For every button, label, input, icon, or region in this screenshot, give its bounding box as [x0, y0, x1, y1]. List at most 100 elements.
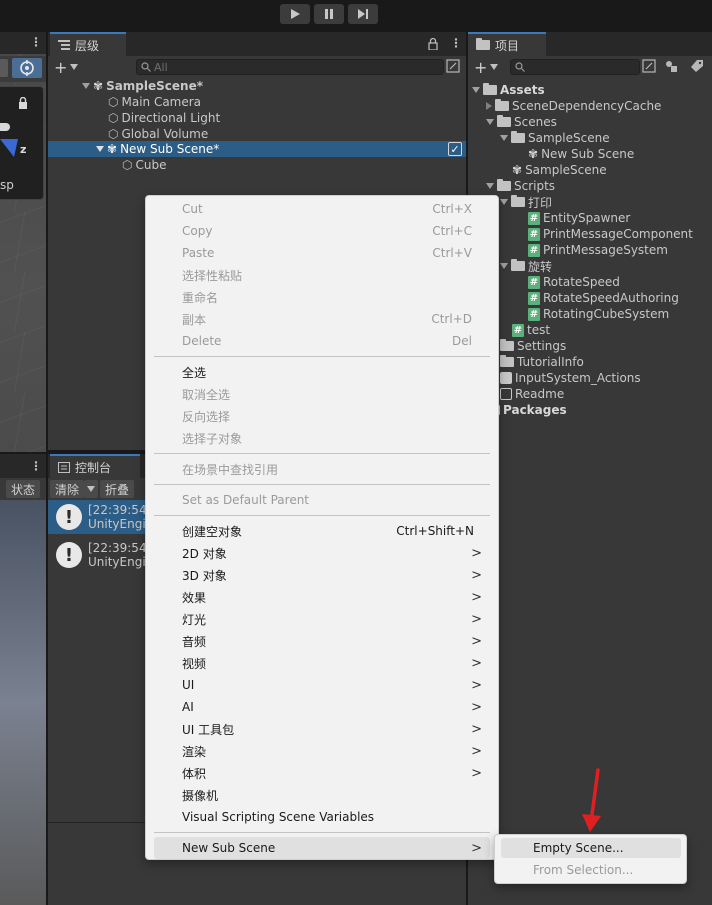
menu-item-duplicate[interactable]: 副本 Ctrl+D [154, 308, 490, 330]
play-button[interactable] [280, 4, 310, 24]
hierarchy-row-global-volume[interactable]: ⬡ Global Volume [108, 126, 208, 142]
stats-button[interactable]: 状态 [6, 480, 40, 498]
project-row-rotate-folder[interactable]: 旋转 [500, 258, 552, 274]
game-view[interactable] [0, 454, 46, 905]
project-row-rotatespeedauthoring[interactable]: # RotateSpeedAuthoring [528, 290, 679, 306]
folder-icon [511, 259, 525, 271]
project-row-label: SampleScene [528, 131, 610, 145]
scene-gizmo-overlay[interactable]: z sp [0, 86, 44, 200]
menu-item-3d-object[interactable]: 3D 对象 > [154, 564, 490, 586]
menu-item-visual-scripting-scene-variables[interactable]: Visual Scripting Scene Variables [154, 806, 490, 828]
menu-item-label: 视频 [182, 656, 207, 671]
hierarchy-row-label: Main Camera [121, 95, 202, 109]
menu-item-empty-scene[interactable]: Empty Scene... [501, 838, 681, 858]
unity-scene-icon: ✾ [512, 163, 523, 177]
menu-item-cut[interactable]: Cut Ctrl+X [154, 198, 490, 220]
project-row-new-sub-scene[interactable]: ✾ New Sub Scene [528, 146, 634, 162]
project-row-inputsystem-actions[interactable]: InputSystem_Actions [500, 370, 641, 386]
hierarchy-row-new-sub-scene[interactable]: ✾ New Sub Scene* [96, 141, 219, 157]
subscene-enabled-checkbox[interactable]: ✓ [448, 142, 462, 156]
clear-options-dropdown[interactable] [84, 480, 98, 498]
menu-item-new-sub-scene[interactable]: New Sub Scene > [154, 837, 490, 859]
menu-item-from-selection[interactable]: From Selection... [501, 860, 681, 880]
scene-menu-icon[interactable]: ⋮ [30, 35, 42, 49]
project-row-assets[interactable]: Assets [472, 82, 545, 98]
project-row-label: 旋转 [528, 259, 553, 274]
project-row-label: 打印 [528, 195, 553, 210]
hierarchy-menu-icon[interactable]: ⋮ [450, 36, 462, 50]
scene-visibility-icon[interactable] [446, 59, 460, 73]
label-tag-icon[interactable] [690, 59, 704, 73]
menu-item-effects[interactable]: 效果 > [154, 586, 490, 608]
tab-hierarchy[interactable]: 层级 [50, 32, 126, 56]
menu-item-shortcut: Del [452, 334, 472, 348]
pause-button[interactable] [314, 4, 344, 24]
project-row-printmessagecomponent[interactable]: # PrintMessageComponent [528, 226, 693, 242]
menu-item-2d-object[interactable]: 2D 对象 > [154, 542, 490, 564]
hierarchy-create-button[interactable]: + [54, 58, 80, 77]
projection-label[interactable]: sp [0, 178, 14, 192]
collapse-label: 折叠 [104, 482, 129, 497]
project-row-label: Assets [500, 83, 545, 97]
hierarchy-row-main-camera[interactable]: ⬡ Main Camera [108, 94, 201, 110]
project-row-test[interactable]: # test [512, 322, 550, 338]
project-row-samplescene-asset[interactable]: ✾ SampleScene [512, 162, 607, 178]
hierarchy-lock-icon[interactable] [428, 38, 438, 50]
menu-item-delete[interactable]: Delete Del [154, 330, 490, 352]
project-row-entityspawner[interactable]: # EntitySpawner [528, 210, 630, 226]
menu-item-paste[interactable]: Paste Ctrl+V [154, 242, 490, 264]
gizmo-axis-x[interactable] [0, 123, 10, 131]
chevron-right-icon: > [471, 633, 482, 649]
hierarchy-row-cube[interactable]: ⬡ Cube [122, 157, 166, 173]
project-create-button[interactable]: + [474, 58, 500, 77]
expand-arrow-icon [96, 146, 104, 152]
game-menu-icon[interactable]: ⋮ [30, 459, 42, 473]
hierarchy-row-samplescene[interactable]: ✾ SampleScene* [82, 78, 203, 94]
menu-item-ui-toolkit[interactable]: UI 工具包 > [154, 718, 490, 740]
tab-project[interactable]: 项目 [468, 32, 546, 56]
scene-tool-button[interactable] [0, 59, 8, 77]
menu-item-ui[interactable]: UI > [154, 674, 490, 696]
project-row-scripts[interactable]: Scripts [486, 178, 555, 194]
menu-item-video[interactable]: 视频 > [154, 652, 490, 674]
menu-item-find-references[interactable]: 在场景中查找引用 [154, 458, 490, 480]
menu-item-select-children[interactable]: 选择子对象 [154, 427, 490, 449]
menu-item-deselect-all[interactable]: 取消全选 [154, 383, 490, 405]
gizmo-toggle-button[interactable] [12, 58, 42, 78]
menu-item-light[interactable]: 灯光 > [154, 608, 490, 630]
filter-icon[interactable] [664, 59, 678, 73]
search-icon [141, 62, 151, 72]
project-row-print-folder[interactable]: 打印 [500, 194, 552, 210]
project-search-input[interactable] [510, 59, 640, 75]
menu-item-copy[interactable]: Copy Ctrl+C [154, 220, 490, 242]
search-by-type-icon[interactable] [642, 59, 656, 73]
project-row-tutorialinfo[interactable]: TutorialInfo [500, 354, 584, 370]
menu-item-rendering[interactable]: 渲染 > [154, 740, 490, 762]
hierarchy-row-directional-light[interactable]: ⬡ Directional Light [108, 110, 220, 126]
menu-item-audio[interactable]: 音频 > [154, 630, 490, 652]
menu-item-label: 副本 [182, 312, 207, 327]
menu-item-paste-special[interactable]: 选择性粘贴 [154, 264, 490, 286]
collapse-button[interactable]: 折叠 [100, 480, 134, 498]
project-row-samplescene-folder[interactable]: SampleScene [500, 130, 610, 146]
gizmo-axis-cone[interactable] [0, 137, 20, 159]
menu-item-select-all[interactable]: 全选 [154, 361, 490, 383]
menu-item-invert-selection[interactable]: 反向选择 [154, 405, 490, 427]
menu-item-rename[interactable]: 重命名 [154, 286, 490, 308]
clear-button[interactable]: 清除 [50, 480, 84, 498]
menu-item-camera[interactable]: 摄像机 [154, 784, 490, 806]
step-button[interactable] [348, 4, 378, 24]
menu-item-create-empty[interactable]: 创建空对象 Ctrl+Shift+N [154, 520, 490, 542]
hierarchy-search-input[interactable]: All [136, 59, 444, 75]
project-row-printmessagesystem[interactable]: # PrintMessageSystem [528, 242, 668, 258]
project-row-readme[interactable]: Readme [500, 386, 564, 402]
menu-item-volume[interactable]: 体积 > [154, 762, 490, 784]
tab-console[interactable]: 控制台 [50, 454, 140, 478]
project-row-scenedependencycache[interactable]: SceneDependencyCache [486, 98, 661, 114]
project-row-scenes[interactable]: Scenes [486, 114, 557, 130]
project-row-rotatingcubesystem[interactable]: # RotatingCubeSystem [528, 306, 669, 322]
menu-item-ai[interactable]: AI > [154, 696, 490, 718]
project-row-settings[interactable]: Settings [500, 338, 566, 354]
project-row-rotatespeed[interactable]: # RotateSpeed [528, 274, 620, 290]
menu-item-set-default-parent[interactable]: Set as Default Parent [154, 489, 490, 511]
